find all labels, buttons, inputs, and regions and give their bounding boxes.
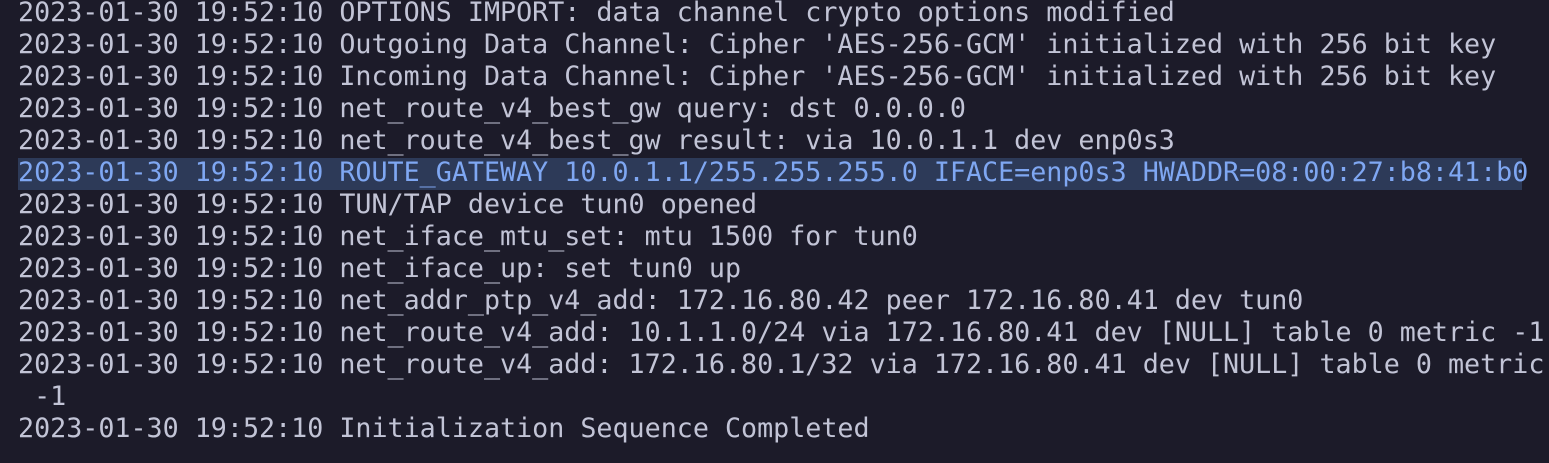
log-line[interactable]: 2023-01-30 19:52:10 net_iface_mtu_set: m… [18,222,918,254]
log-line[interactable]: 2023-01-30 19:52:10 net_route_v4_add: 17… [18,350,1544,382]
log-line[interactable]: 2023-01-30 19:52:10 net_iface_up: set tu… [18,254,741,286]
log-line[interactable]: 2023-01-30 19:52:10 net_route_v4_best_gw… [18,94,966,126]
log-line[interactable]: 2023-01-30 19:52:10 net_route_v4_add: 10… [18,318,1544,350]
log-line[interactable]: 2023-01-30 19:52:10 TUN/TAP device tun0 … [18,190,757,222]
log-line-selected[interactable]: 2023-01-30 19:52:10 ROUTE_GATEWAY 10.0.1… [18,158,1528,190]
log-line-wrap[interactable]: -1 [18,382,66,414]
log-line[interactable]: 2023-01-30 19:52:10 net_route_v4_best_gw… [18,126,1175,158]
terminal-output[interactable]: 2023-01-30 19:52:10 OPTIONS IMPORT: data… [0,0,1549,463]
log-line[interactable]: 2023-01-30 19:52:10 net_addr_ptp_v4_add:… [18,286,1303,318]
log-line[interactable]: 2023-01-30 19:52:10 OPTIONS IMPORT: data… [18,0,1175,30]
log-line[interactable]: 2023-01-30 19:52:10 Incoming Data Channe… [18,62,1496,94]
log-line[interactable]: 2023-01-30 19:52:10 Outgoing Data Channe… [18,30,1496,62]
log-line[interactable]: 2023-01-30 19:52:10 Initialization Seque… [18,414,870,446]
